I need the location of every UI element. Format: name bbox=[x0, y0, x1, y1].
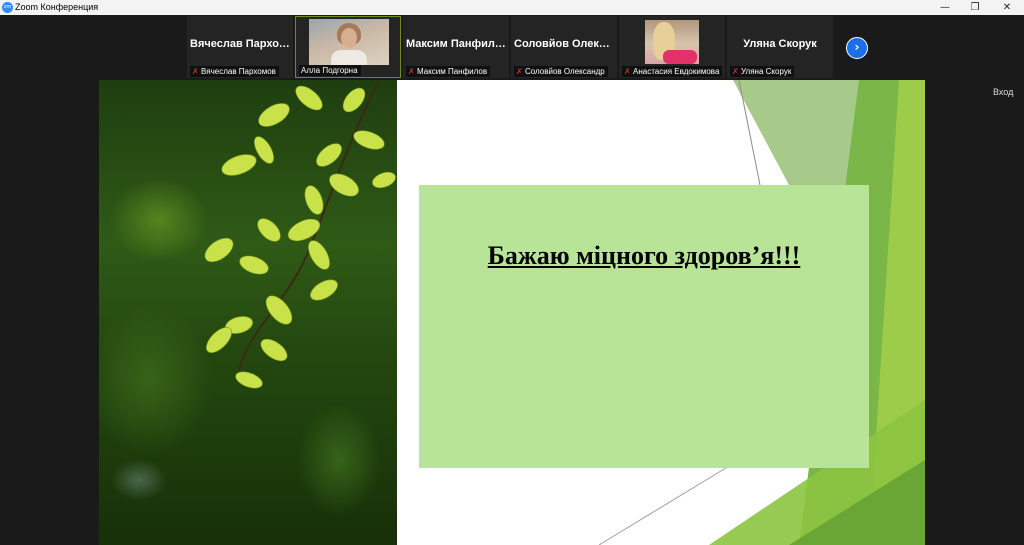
participant-name-label: Алла Подгорна bbox=[299, 65, 361, 76]
participant-name: Уляна Скорук bbox=[741, 67, 792, 76]
mic-muted-icon: ✗ bbox=[516, 67, 523, 76]
window-title: Zoom Конференция bbox=[15, 2, 99, 12]
shared-screen: Бажаю міцного здоров’я!!! bbox=[99, 80, 925, 545]
participant-display-name: Максим Панфилов bbox=[406, 38, 509, 50]
minimize-icon[interactable]: — bbox=[930, 0, 960, 15]
participant-name-label: ✗ Вячеслав Пархомов bbox=[190, 66, 279, 77]
participant-name-label: ✗ Максим Панфилов bbox=[406, 66, 491, 77]
participant-display-name: Уляна Скорук bbox=[743, 38, 817, 50]
participant-video bbox=[645, 20, 699, 64]
participant-name-label: ✗ Соловйов Олександр bbox=[514, 66, 608, 77]
participant-tile[interactable]: Соловйов Олександр ✗Соловйов Олександр bbox=[511, 16, 617, 78]
chevron-right-icon[interactable]: › bbox=[846, 37, 868, 59]
participant-name: Вячеслав Пархомов bbox=[201, 67, 276, 76]
mic-muted-icon: ✗ bbox=[624, 67, 631, 76]
participant-display-name: Вячеслав Пархомов bbox=[190, 38, 293, 50]
participant-tile[interactable]: ✗ Анастасия Евдокимова bbox=[619, 16, 725, 78]
zoom-logo-icon: zm bbox=[2, 2, 13, 13]
participant-name-label: ✗ Уляна Скорук bbox=[730, 66, 795, 77]
mic-muted-icon: ✗ bbox=[732, 67, 739, 76]
close-icon[interactable]: ✕ bbox=[992, 0, 1022, 15]
title-bar: zm Zoom Конференция — ❐ ✕ bbox=[0, 0, 1024, 15]
exit-button[interactable]: Вход bbox=[993, 87, 1013, 97]
slide-heading: Бажаю міцного здоров’я!!! bbox=[487, 241, 801, 270]
restore-icon[interactable]: ❐ bbox=[960, 0, 990, 15]
mic-muted-icon: ✗ bbox=[192, 67, 199, 76]
participant-name: Анастасия Евдокимова bbox=[633, 67, 720, 76]
mic-muted-icon: ✗ bbox=[408, 67, 415, 76]
participant-tile[interactable]: Уляна Скорук ✗ Уляна Скорук bbox=[727, 16, 833, 78]
participant-tile[interactable]: Вячеслав Пархомов ✗ Вячеслав Пархомов bbox=[187, 16, 293, 78]
participant-tile[interactable]: Максим Панфилов ✗ Максим Панфилов bbox=[403, 16, 509, 78]
participant-name: Алла Подгорна bbox=[301, 66, 358, 75]
participant-name: Соловйов Олександр bbox=[525, 67, 605, 76]
participant-video bbox=[309, 19, 389, 65]
slide-text-box: Бажаю міцного здоров’я!!! bbox=[419, 185, 869, 468]
participant-name: Максим Панфилов bbox=[417, 67, 488, 76]
participant-display-name: Соловйов Олександр bbox=[514, 38, 617, 50]
participant-name-label: ✗ Анастасия Евдокимова bbox=[622, 66, 723, 77]
participant-tile-active[interactable]: Алла Подгорна bbox=[295, 16, 401, 78]
